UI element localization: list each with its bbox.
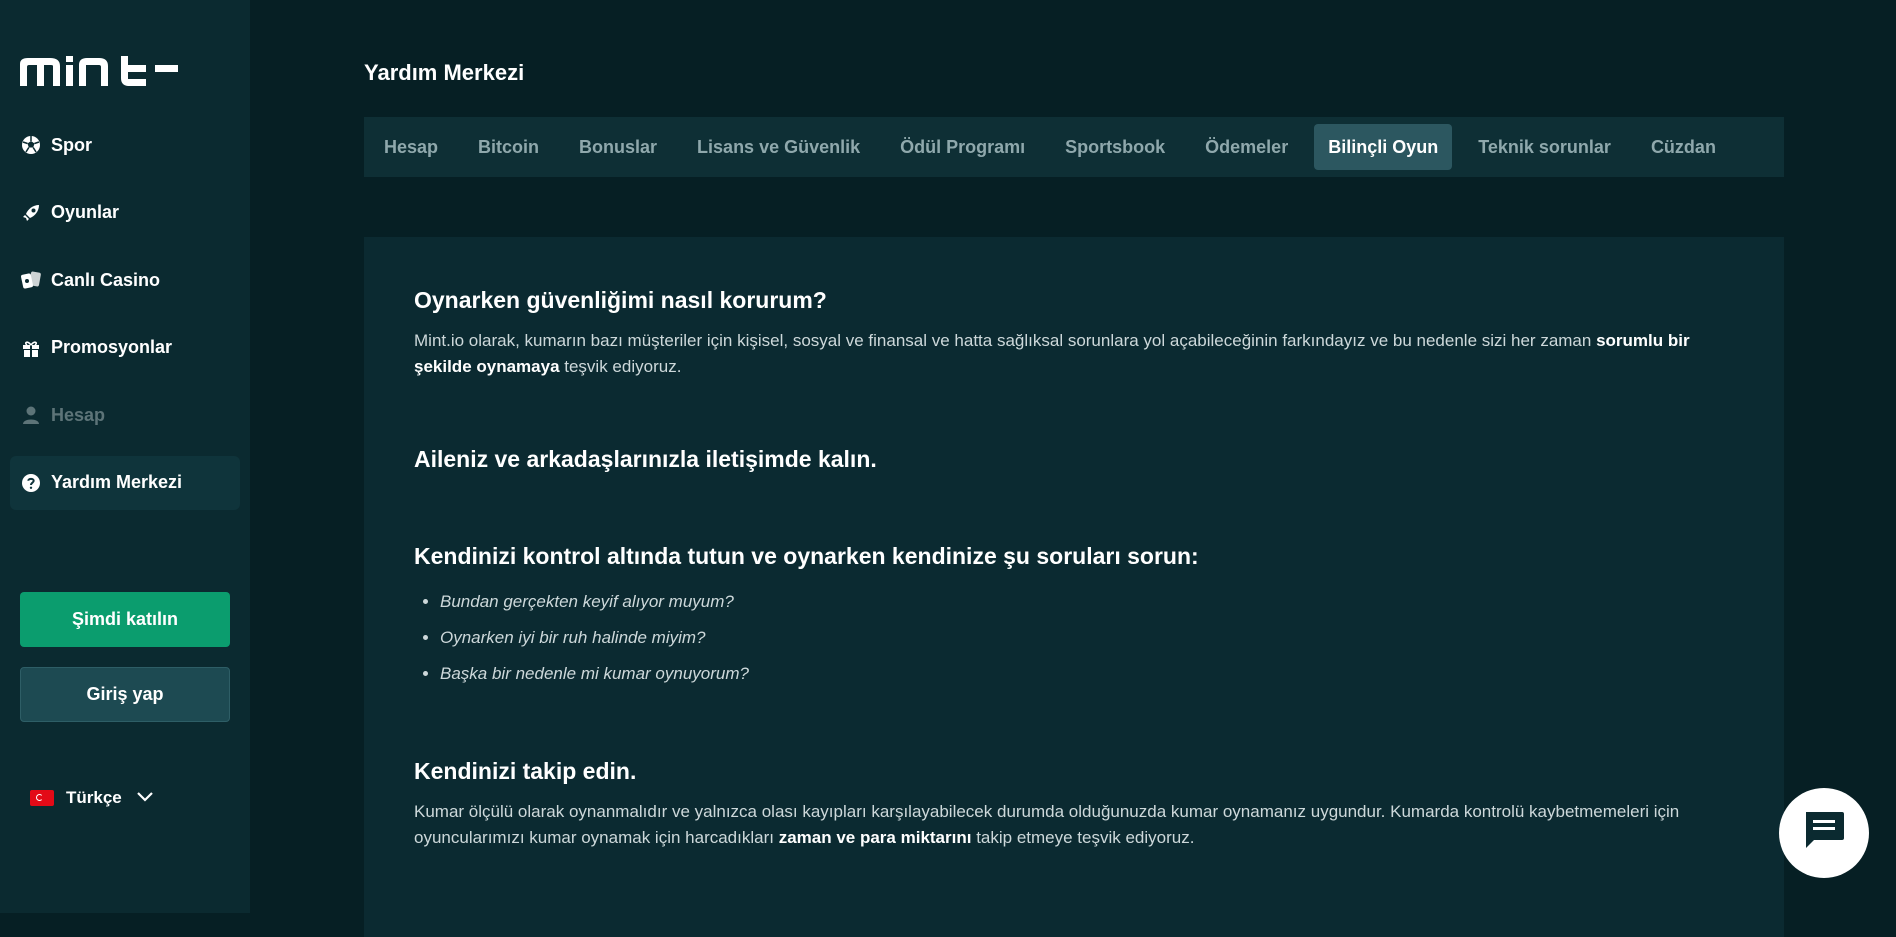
sidebar-item-yardim-merkezi[interactable]: Yardım Merkezi [10,455,240,510]
list-item: Oynarken iyi bir ruh halinde miyim? [440,620,1734,656]
tab-cuzdan[interactable]: Cüzdan [1637,124,1730,170]
chat-icon [1802,810,1846,857]
user-icon [20,404,42,426]
sidebar-item-label: Yardım Merkezi [51,472,183,492]
list-item: Bundan gerçekten keyif alıyor muyum? [440,584,1734,620]
article-paragraph: Kumar ölçülü olarak oynanmalıdır ve yaln… [414,799,1734,851]
turkey-flag-icon [30,790,54,806]
tab-odemeler[interactable]: Ödemeler [1191,124,1302,170]
help-icon [20,472,42,494]
sidebar-item-label: Canlı Casino [51,269,161,290]
main-area: Yardım Merkezi Hesap Bitcoin Bonuslar Li… [250,0,1896,937]
sidebar-nav: Spor Oyunlar Canlı Casino Promosyonlar H… [10,118,240,523]
tab-odul-programi[interactable]: Ödül Programı [886,124,1039,170]
cards-icon [20,269,42,291]
logo-wordmark [20,56,178,86]
sidebar-item-promosyonlar[interactable]: Promosyonlar [10,321,240,375]
sidebar-item-label: Oyunlar [51,202,120,222]
paragraph-bold-text: zaman ve para miktarını [778,828,972,847]
article-content: Oynarken güvenliğimi nasıl korurum? Mint… [364,237,1784,937]
tab-lisans-ve-guvenlik[interactable]: Lisans ve Güvenlik [683,124,874,170]
rocket-icon [20,202,42,224]
chevron-down-icon [136,788,154,808]
soccer-ball-icon [20,134,42,156]
page-title: Yardım Merkezi [364,60,525,85]
article-heading: Oynarken güvenliğimi nasıl korurum? [414,287,827,313]
sidebar-item-label: Spor [51,134,93,155]
tab-bilincli-oyun[interactable]: Bilinçli Oyun [1314,124,1453,170]
paragraph-text: takip etmeye teşvik ediyoruz. [971,828,1195,847]
sidebar-item-canli-casino[interactable]: Canlı Casino [10,253,240,307]
article-heading: Kendinizi kontrol altında tutun ve oynar… [414,543,1199,569]
sidebar-item-label: Hesap [51,404,106,425]
help-tabs: Hesap Bitcoin Bonuslar Lisans ve Güvenli… [364,117,1784,177]
sidebar-item-spor[interactable]: Spor [10,118,240,172]
tab-bitcoin[interactable]: Bitcoin [464,124,553,170]
chat-button[interactable] [1779,788,1869,878]
article-paragraph: Mint.io olarak, kumarın bazı müşteriler … [414,328,1734,380]
article-heading: Aileniz ve arkadaşlarınızla iletişimde k… [414,446,877,472]
tab-hesap[interactable]: Hesap [370,124,452,170]
sidebar-item-hesap[interactable]: Hesap [10,388,240,442]
language-selector[interactable]: Türkçe [30,788,154,808]
tab-bonuslar[interactable]: Bonuslar [565,124,671,170]
sidebar: Spor Oyunlar Canlı Casino Promosyonlar H… [0,0,250,913]
tab-teknik-sorunlar[interactable]: Teknik sorunlar [1464,124,1625,170]
paragraph-text: Mint.io olarak, kumarın bazı müşteriler … [414,331,1597,350]
paragraph-text: teşvik ediyoruz. [559,357,682,376]
gift-icon [20,337,42,359]
article-heading: Kendinizi takip edin. [414,758,637,784]
mint-logo[interactable] [20,56,178,93]
list-item: Başka bir nedenle mi kumar oynuyorum? [440,656,1734,692]
language-label: Türkçe [66,788,122,807]
sidebar-item-oyunlar[interactable]: Oyunlar [10,186,240,240]
tab-sportsbook[interactable]: Sportsbook [1051,124,1179,170]
join-button[interactable]: Şimdi katılın [20,592,230,647]
login-button[interactable]: Giriş yap [20,667,230,722]
question-list: Bundan gerçekten keyif alıyor muyum? Oyn… [414,584,1734,692]
sidebar-item-label: Promosyonlar [51,337,173,357]
